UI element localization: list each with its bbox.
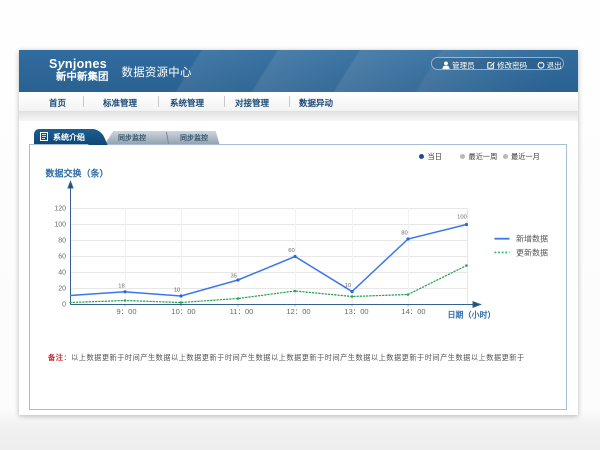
svg-text:40: 40: [58, 270, 66, 277]
svg-text:18: 18: [118, 284, 124, 290]
svg-text:12：00: 12：00: [286, 307, 310, 316]
svg-text:35: 35: [230, 274, 236, 280]
svg-text:20: 20: [58, 286, 66, 293]
svg-text:10：00: 10：00: [171, 307, 195, 316]
svg-text:9：00: 9：00: [116, 307, 136, 316]
svg-text:10: 10: [174, 288, 180, 294]
svg-text:11：00: 11：00: [230, 307, 254, 316]
svg-text:新增数据: 新增数据: [516, 234, 548, 244]
svg-text:80: 80: [401, 231, 407, 237]
svg-text:10: 10: [345, 283, 351, 289]
svg-text:0: 0: [62, 302, 66, 309]
svg-text:更新数据: 更新数据: [516, 247, 548, 257]
svg-text:100: 100: [457, 215, 467, 221]
svg-text:60: 60: [58, 254, 66, 261]
svg-text:100: 100: [54, 222, 66, 229]
svg-text:80: 80: [58, 238, 66, 245]
svg-text:13：00: 13：00: [344, 307, 368, 316]
svg-text:120: 120: [54, 206, 66, 213]
svg-text:日期（小时）: 日期（小时）: [448, 310, 496, 320]
svg-text:60: 60: [288, 248, 294, 254]
svg-text:数据交换（条）: 数据交换（条）: [46, 168, 109, 179]
svg-text:14：00: 14：00: [401, 307, 425, 316]
